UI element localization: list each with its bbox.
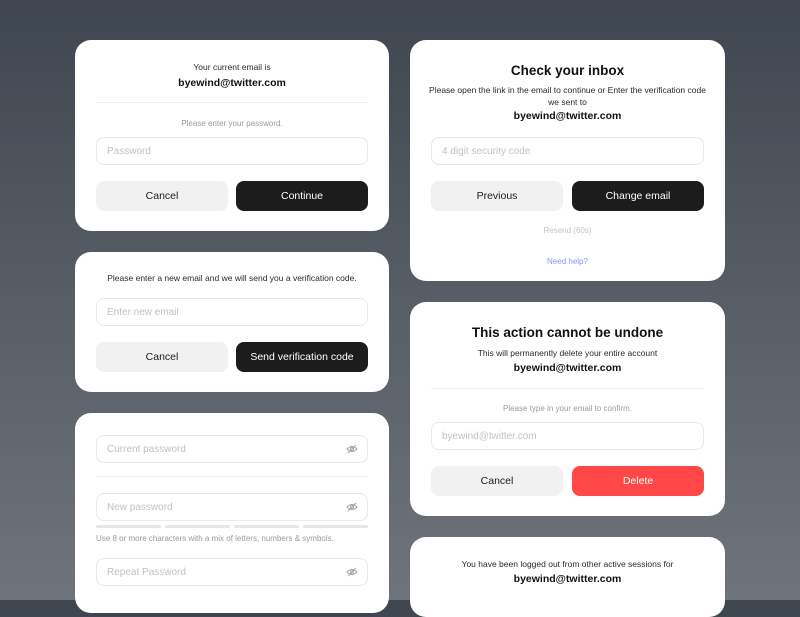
password-field[interactable] xyxy=(96,137,368,165)
previous-button[interactable]: Previous xyxy=(431,181,563,211)
repeat-password-input[interactable] xyxy=(107,559,337,585)
current-password-input[interactable] xyxy=(107,436,337,462)
confirm-email-field[interactable] xyxy=(431,422,704,450)
delete-email: byewind@twitter.com xyxy=(513,362,622,374)
password-prompt: Please enter your password. xyxy=(181,119,283,128)
divider xyxy=(96,102,368,103)
logged-out-message: You have been logged out from other acti… xyxy=(461,559,674,569)
cancel-button[interactable]: Cancel xyxy=(96,342,228,372)
divider xyxy=(96,476,368,477)
password-input[interactable] xyxy=(107,138,337,164)
confirm-email-input[interactable] xyxy=(442,423,673,449)
strength-segment xyxy=(234,525,299,528)
divider xyxy=(431,388,704,389)
current-password-field[interactable] xyxy=(96,435,368,463)
verify-password-card: Your current email is byewind@twitter.co… xyxy=(75,40,389,231)
delete-button[interactable]: Delete xyxy=(572,466,704,496)
check-inbox-title: Check your inbox xyxy=(510,63,625,78)
delete-account-card: This action cannot be undone This will p… xyxy=(410,302,725,516)
cancel-button[interactable]: Cancel xyxy=(431,466,563,496)
new-email-input[interactable] xyxy=(107,299,337,325)
continue-button[interactable]: Continue xyxy=(236,181,368,211)
current-email-label: Your current email is xyxy=(193,62,271,72)
new-password-field[interactable] xyxy=(96,493,368,521)
delete-title: This action cannot be undone xyxy=(471,325,664,340)
change-email-button[interactable]: Change email xyxy=(572,181,704,211)
current-email-value: byewind@twitter.com xyxy=(178,77,286,89)
check-inbox-card: Check your inbox Please open the link in… xyxy=(410,40,725,281)
resend-countdown: Resend (60s) xyxy=(543,226,592,235)
new-password-input[interactable] xyxy=(107,494,337,520)
check-inbox-description: Please open the link in the email to con… xyxy=(429,85,706,107)
strength-segment xyxy=(303,525,368,528)
check-inbox-email: byewind@twitter.com xyxy=(513,110,622,122)
security-code-field[interactable] xyxy=(431,137,704,165)
new-email-field[interactable] xyxy=(96,298,368,326)
change-password-card: Use 8 or more characters with a mix of l… xyxy=(75,413,389,613)
repeat-password-field[interactable] xyxy=(96,558,368,586)
need-help-link[interactable]: Need help? xyxy=(547,257,588,266)
logged-out-card: You have been logged out from other acti… xyxy=(410,537,725,617)
eye-off-icon[interactable] xyxy=(346,502,358,512)
strength-segment xyxy=(96,525,161,528)
delete-description: This will permanently delete your entire… xyxy=(477,348,658,358)
delete-prompt: Please type in your email to confirm. xyxy=(503,404,632,413)
password-hint: Use 8 or more characters with a mix of l… xyxy=(96,534,334,543)
cancel-button[interactable]: Cancel xyxy=(96,181,228,211)
send-verification-code-button[interactable]: Send verification code xyxy=(236,342,368,372)
eye-off-icon[interactable] xyxy=(346,567,358,577)
eye-off-icon[interactable] xyxy=(346,444,358,454)
logged-out-email: byewind@twitter.com xyxy=(513,573,622,585)
strength-segment xyxy=(165,525,230,528)
new-email-card: Please enter a new email and we will sen… xyxy=(75,252,389,392)
new-email-prompt: Please enter a new email and we will sen… xyxy=(107,273,357,283)
security-code-input[interactable] xyxy=(442,138,673,164)
